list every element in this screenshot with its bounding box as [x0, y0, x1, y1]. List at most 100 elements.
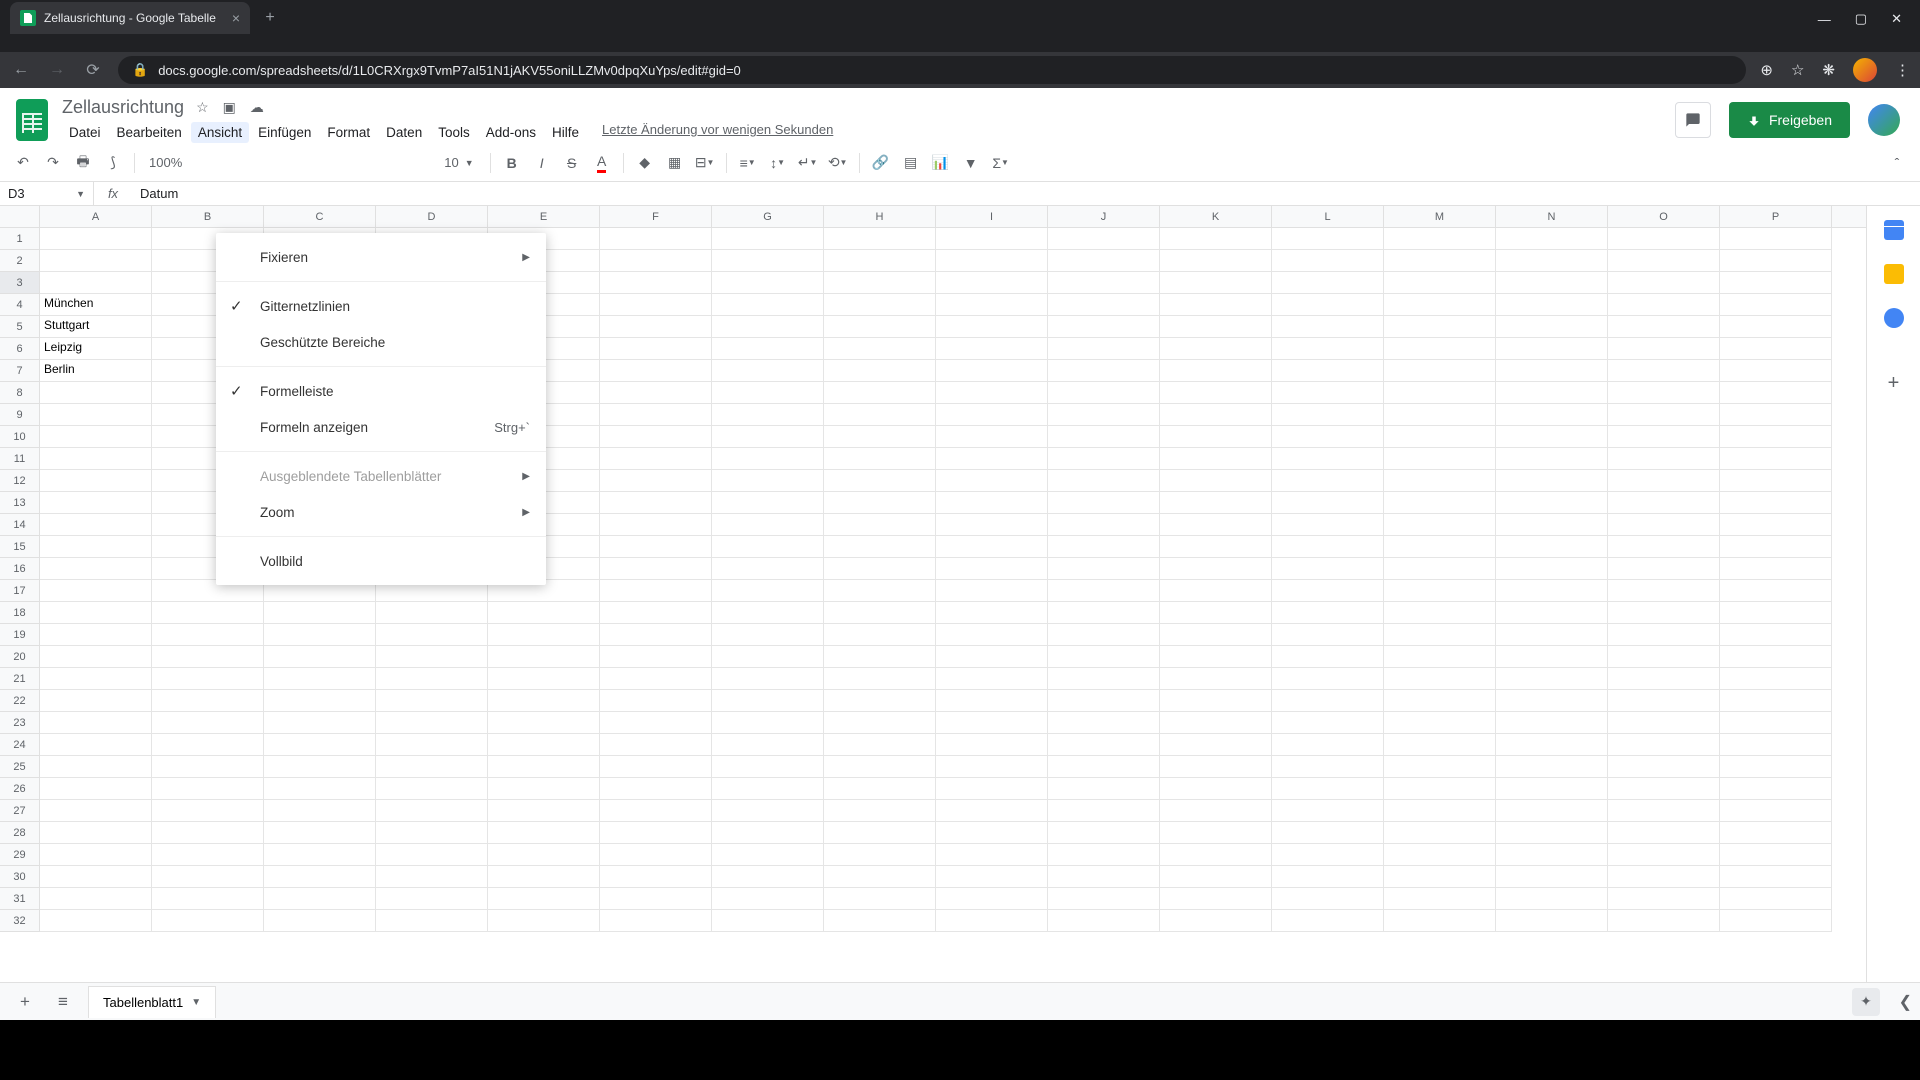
cell[interactable] [824, 778, 936, 800]
cell[interactable] [1608, 668, 1720, 690]
cell[interactable] [152, 800, 264, 822]
cell[interactable] [40, 822, 152, 844]
cell[interactable] [1272, 338, 1384, 360]
bold-icon[interactable]: B [499, 150, 525, 176]
cell[interactable] [1160, 492, 1272, 514]
cell[interactable] [1272, 250, 1384, 272]
cell[interactable] [824, 844, 936, 866]
cell[interactable] [600, 712, 712, 734]
cell[interactable] [1496, 470, 1608, 492]
menu-item-zoom[interactable]: Zoom▶ [216, 494, 546, 530]
cell[interactable] [1496, 558, 1608, 580]
cell[interactable] [1160, 668, 1272, 690]
cell[interactable] [40, 668, 152, 690]
cell[interactable] [40, 228, 152, 250]
cell[interactable] [488, 778, 600, 800]
menu-datei[interactable]: Datei [62, 122, 108, 143]
cell[interactable] [40, 448, 152, 470]
cell[interactable] [600, 778, 712, 800]
maximize-icon[interactable]: ▢ [1855, 11, 1867, 27]
cell[interactable] [936, 404, 1048, 426]
cell[interactable] [600, 338, 712, 360]
menu-item-vollbild[interactable]: Vollbild [216, 543, 546, 579]
cell[interactable] [712, 228, 824, 250]
cell[interactable] [712, 448, 824, 470]
last-edit-link[interactable]: Letzte Änderung vor wenigen Sekunden [602, 122, 833, 143]
cell[interactable] [376, 778, 488, 800]
menu-item-formelleiste[interactable]: ✓Formelleiste [216, 373, 546, 409]
cell[interactable] [1720, 844, 1832, 866]
tasks-icon[interactable] [1884, 308, 1904, 328]
cell[interactable] [1160, 294, 1272, 316]
cell[interactable] [152, 778, 264, 800]
cell[interactable] [264, 778, 376, 800]
cell[interactable] [1608, 910, 1720, 932]
cell[interactable] [824, 712, 936, 734]
zoom-icon[interactable]: ⊕ [1760, 61, 1773, 79]
row-header[interactable]: 23 [0, 712, 40, 734]
cell[interactable] [152, 668, 264, 690]
filter-icon[interactable]: ▼ [958, 150, 984, 176]
cell[interactable] [264, 668, 376, 690]
cell[interactable] [1048, 602, 1160, 624]
reload-icon[interactable]: ⟳ [82, 60, 104, 80]
cell[interactable] [1272, 426, 1384, 448]
cell[interactable] [1608, 470, 1720, 492]
back-icon[interactable]: ← [10, 61, 32, 79]
cell[interactable] [712, 690, 824, 712]
cell[interactable] [488, 800, 600, 822]
cell[interactable] [264, 602, 376, 624]
cell[interactable] [824, 426, 936, 448]
cell[interactable] [40, 866, 152, 888]
move-icon[interactable]: ▣ [223, 99, 236, 116]
cell[interactable] [264, 756, 376, 778]
row-header[interactable]: 29 [0, 844, 40, 866]
new-tab-button[interactable]: + [256, 4, 284, 32]
cell[interactable] [1048, 558, 1160, 580]
cell[interactable] [40, 536, 152, 558]
column-header[interactable]: P [1720, 206, 1832, 227]
cell[interactable] [1720, 778, 1832, 800]
cell[interactable] [824, 910, 936, 932]
row-header[interactable]: 25 [0, 756, 40, 778]
cell[interactable] [1160, 800, 1272, 822]
cell[interactable] [600, 800, 712, 822]
cell[interactable] [1720, 426, 1832, 448]
cell[interactable] [1160, 316, 1272, 338]
cell[interactable] [1048, 470, 1160, 492]
cell[interactable] [40, 712, 152, 734]
sheets-logo[interactable] [12, 96, 52, 144]
cell[interactable] [1608, 580, 1720, 602]
cell[interactable] [1048, 822, 1160, 844]
cell[interactable] [1720, 536, 1832, 558]
cell[interactable] [824, 228, 936, 250]
cell[interactable] [264, 866, 376, 888]
cell[interactable] [824, 734, 936, 756]
cell[interactable] [824, 250, 936, 272]
cell[interactable] [1720, 492, 1832, 514]
cell[interactable] [1160, 448, 1272, 470]
cell[interactable] [1608, 404, 1720, 426]
cell[interactable] [264, 734, 376, 756]
cell[interactable] [1720, 294, 1832, 316]
cell[interactable] [376, 800, 488, 822]
cell[interactable] [1496, 514, 1608, 536]
cell[interactable] [712, 338, 824, 360]
menu-item-fixieren[interactable]: Fixieren▶ [216, 239, 546, 275]
cell[interactable] [1272, 668, 1384, 690]
cell[interactable] [40, 492, 152, 514]
cell[interactable] [824, 800, 936, 822]
cell[interactable] [936, 426, 1048, 448]
cell[interactable] [1048, 910, 1160, 932]
cell[interactable] [1720, 580, 1832, 602]
cell[interactable] [1496, 888, 1608, 910]
cell[interactable] [936, 316, 1048, 338]
cell[interactable] [152, 822, 264, 844]
cell[interactable] [1496, 646, 1608, 668]
cell[interactable] [1272, 690, 1384, 712]
cell[interactable] [1496, 338, 1608, 360]
cell[interactable] [1608, 294, 1720, 316]
menu-hilfe[interactable]: Hilfe [545, 122, 586, 143]
row-header[interactable]: 6 [0, 338, 40, 360]
cell[interactable] [1720, 272, 1832, 294]
